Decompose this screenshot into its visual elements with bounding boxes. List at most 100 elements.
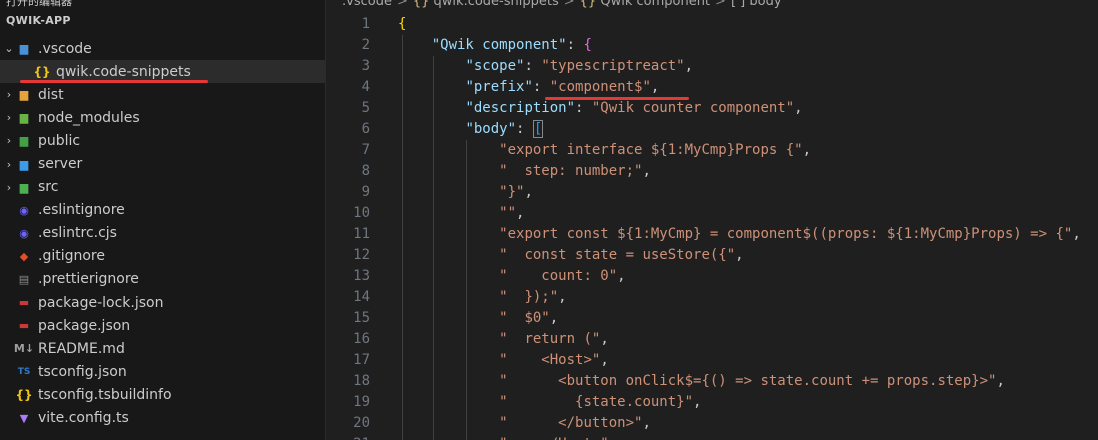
breadcrumb-item[interactable]: .vscode	[342, 0, 392, 9]
code-token: " <Host>"	[499, 352, 601, 368]
braces-icon: {}	[579, 0, 601, 9]
code-token: "export const ${1:MyCmp} = component$((p…	[499, 226, 1073, 242]
code-text: "",	[398, 203, 524, 224]
code-token: "description"	[465, 100, 576, 116]
code-line[interactable]: 9 "}",	[326, 182, 533, 203]
line-number: 7	[361, 142, 370, 158]
line-number: 13	[353, 268, 370, 284]
workspace-title[interactable]: QWIK-APP	[0, 10, 325, 32]
tree-item[interactable]: › ▆ dist	[0, 83, 325, 106]
folder-public-icon: ▆	[19, 134, 29, 148]
line-number: 11	[353, 226, 370, 242]
code-lines[interactable]: 1{2 "Qwik component": {3 "scope": "types…	[326, 14, 1081, 440]
tree-item[interactable]: TS tsconfig.json	[0, 360, 325, 383]
tree-item[interactable]: ◆ .gitignore	[0, 245, 325, 268]
line-number: 4	[361, 79, 370, 95]
tree-item[interactable]: › ▆ node_modules	[0, 106, 325, 129]
tree-item[interactable]: ◉ .eslintignore	[0, 199, 325, 222]
code-token: " step: number;"	[499, 163, 643, 179]
line-number: 15	[353, 310, 370, 326]
code-line[interactable]: 21 " </Host>",	[326, 434, 617, 440]
code-text: "description": "Qwik counter component",	[398, 98, 802, 119]
code-token: [	[532, 120, 544, 138]
code-token: " {state.count}"	[499, 394, 694, 410]
breadcrumb-item[interactable]: qwik.code-snippets	[434, 0, 559, 9]
code-token: :	[516, 121, 533, 137]
chevron-right-icon[interactable]: ›	[2, 134, 16, 147]
chevron-right-icon[interactable]: ›	[2, 181, 16, 194]
breadcrumb-item[interactable]: body	[749, 0, 781, 9]
code-line[interactable]: 3 "scope": "typescriptreact",	[326, 56, 693, 77]
code-token: " });"	[499, 289, 559, 305]
code-line[interactable]: 10 "",	[326, 203, 524, 224]
chevron-right-icon[interactable]: ›	[2, 111, 16, 124]
code-token: "scope"	[465, 58, 525, 74]
chevron-right-icon[interactable]: ›	[2, 88, 16, 101]
tree-item[interactable]: ▬ package.json	[0, 314, 325, 337]
code-line[interactable]: 19 " {state.count}",	[326, 392, 701, 413]
chevron-down-icon[interactable]: ⌄	[2, 42, 16, 55]
tree-item[interactable]: ▼ vite.config.ts	[0, 407, 325, 430]
tree-item[interactable]: ◉ .eslintrc.cjs	[0, 222, 325, 245]
code-token: ,	[802, 142, 812, 158]
code-text: " $0",	[398, 308, 558, 329]
code-line[interactable]: 6 "body": [	[326, 119, 544, 140]
tree-item[interactable]: ▤ .prettierignore	[0, 268, 325, 291]
code-token: ,	[642, 415, 651, 431]
tree-item-label: package-lock.json	[38, 294, 164, 311]
tree-item[interactable]: {} tsconfig.tsbuildinfo	[0, 383, 325, 406]
tree-item[interactable]: ▬ package-lock.json	[0, 291, 325, 314]
code-text: "Qwik component": {	[398, 35, 592, 56]
open-editors-header[interactable]: 打开的编辑器	[0, 0, 325, 10]
tree-item-label: dist	[38, 86, 64, 103]
code-line[interactable]: 5 "description": "Qwik counter component…	[326, 98, 803, 119]
code-line[interactable]: 2 "Qwik component": {	[326, 35, 592, 56]
tree-item[interactable]: › ▆ public	[0, 129, 325, 152]
chevron-right-icon[interactable]: ›	[2, 158, 16, 171]
code-line[interactable]: 1{	[326, 14, 407, 35]
code-line[interactable]: 18 " <button onClick$={() => state.count…	[326, 371, 1005, 392]
code-line[interactable]: 20 " </button>",	[326, 413, 651, 434]
code-token: {	[398, 16, 407, 32]
line-number: 2	[361, 37, 370, 53]
code-line[interactable]: 12 " const state = useStore({",	[326, 245, 744, 266]
code-editor[interactable]: .vscode > {} qwik.code-snippets > {} Qwik co…	[326, 0, 1098, 440]
code-line[interactable]: 8 " step: number;",	[326, 161, 651, 182]
line-number: 17	[353, 352, 370, 368]
braces-icon: {}	[412, 0, 434, 9]
code-line[interactable]: 11 "export const ${1:MyCmp} = component$…	[326, 224, 1081, 245]
code-line[interactable]: 17 " <Host>",	[326, 350, 609, 371]
code-line[interactable]: 4 "prefix": "component$",	[326, 77, 659, 98]
folder-src-icon: ▆	[19, 180, 29, 194]
npm-icon: ▬	[18, 296, 30, 310]
code-token: "typescriptreact"	[541, 58, 685, 74]
code-text: "export interface ${1:MyCmp}Props {",	[398, 140, 811, 161]
tree-item[interactable]: ⌄ ▆ .vscode	[0, 37, 325, 60]
tree-item[interactable]: M↓ README.md	[0, 337, 325, 360]
code-line[interactable]: 14 " });",	[326, 287, 567, 308]
tree-item-label: .vscode	[38, 40, 92, 57]
breadcrumb-separator-icon: >	[396, 0, 408, 9]
code-text: " {state.count}",	[398, 392, 701, 413]
code-line[interactable]: 16 " return (",	[326, 329, 609, 350]
code-line[interactable]: 7 "export interface ${1:MyCmp}Props {",	[326, 140, 811, 161]
code-line[interactable]: 13 " count: 0",	[326, 266, 626, 287]
tree-item[interactable]: › ▆ server	[0, 152, 325, 175]
breadcrumb-item[interactable]: Qwik component	[600, 0, 710, 9]
code-token: "Qwik component"	[431, 37, 567, 53]
tree-item-label: server	[38, 156, 83, 173]
breadcrumb-separator-icon: >	[563, 0, 575, 9]
tree-item[interactable]: › ▆ src	[0, 176, 325, 199]
file-tree: ⌄ ▆ .vscode{} qwik.code-snippets › ▆ dist › ▆ nod…	[0, 37, 325, 430]
code-line[interactable]: 15 " $0",	[326, 308, 558, 329]
code-token: ,	[600, 331, 609, 347]
eslint-icon: ◉	[19, 226, 29, 240]
line-number: 1	[361, 16, 370, 32]
line-number: 5	[361, 100, 370, 116]
code-text: "export const ${1:MyCmp} = component$((p…	[398, 224, 1081, 245]
